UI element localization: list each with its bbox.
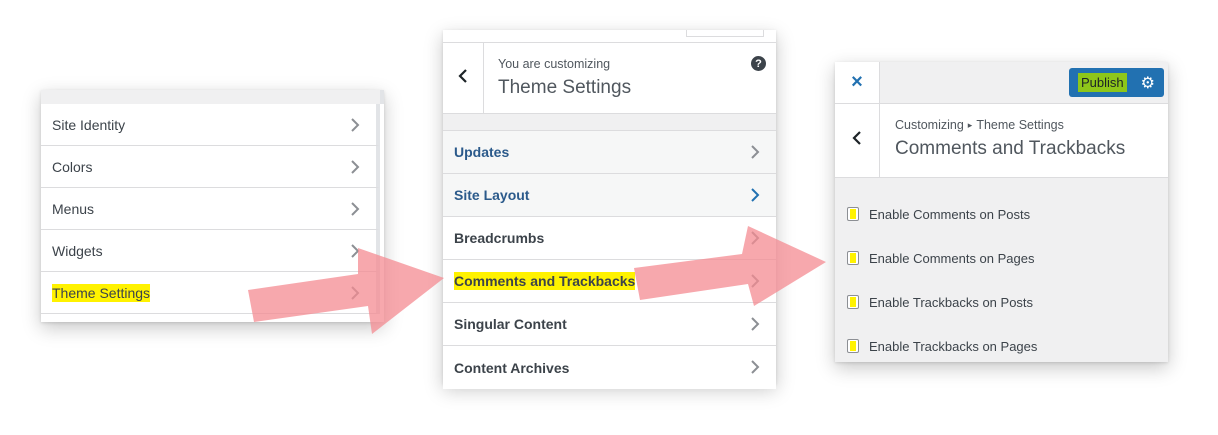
breadcrumb-root: Customizing xyxy=(895,118,964,132)
option-comments-posts[interactable]: Enable Comments on Posts xyxy=(835,192,1168,236)
close-icon: × xyxy=(851,71,863,93)
theme-settings-panel: You are customizing Theme Settings ? Upd… xyxy=(443,30,776,389)
option-label: Enable Comments on Posts xyxy=(869,206,1031,222)
menu-item-label: Colors xyxy=(52,158,93,175)
breadcrumb-parent: Theme Settings xyxy=(976,118,1064,132)
option-comments-pages[interactable]: Enable Comments on Pages xyxy=(835,236,1168,280)
chevron-left-icon xyxy=(457,68,469,89)
option-label: Enable Trackbacks on Posts xyxy=(869,294,1034,310)
checkbox[interactable] xyxy=(847,339,859,353)
menu-item-site-identity[interactable]: Site Identity xyxy=(41,104,380,146)
close-button[interactable]: × xyxy=(835,62,880,103)
menu-item-site-layout[interactable]: Site Layout xyxy=(443,174,776,217)
customizing-subtitle: You are customizing xyxy=(498,57,611,71)
option-trackbacks-posts[interactable]: Enable Trackbacks on Posts xyxy=(835,280,1168,324)
customizer-toolbar: × Publish ⚙ xyxy=(835,62,1168,104)
menu-item-label: Updates xyxy=(454,144,510,160)
options-list: Enable Comments on Posts Enable Comments… xyxy=(835,178,1168,368)
back-button[interactable] xyxy=(835,104,880,177)
option-label: Enable Comments on Pages xyxy=(869,250,1035,266)
menu-item-label: Content Archives xyxy=(454,359,570,376)
checkbox[interactable] xyxy=(847,295,859,309)
option-trackbacks-pages[interactable]: Enable Trackbacks on Pages xyxy=(835,324,1168,368)
breadcrumb: Customizing ▸ Theme Settings xyxy=(895,118,1125,132)
chevron-right-icon xyxy=(348,159,362,175)
menu-item-label: Widgets xyxy=(52,242,103,259)
top-tab xyxy=(686,30,764,37)
menu-item-updates[interactable]: Updates xyxy=(443,131,776,174)
chevron-right-icon xyxy=(748,144,762,160)
breadcrumb-separator-icon: ▸ xyxy=(967,120,973,130)
menu-item-label: Site Layout xyxy=(454,187,530,203)
annotation-arrow-1 xyxy=(248,248,444,334)
menu-item-label-highlighted: Comments and Trackbacks xyxy=(454,272,636,290)
help-icon[interactable]: ? xyxy=(751,56,766,71)
checkbox[interactable] xyxy=(847,207,859,221)
menu-item-label: Menus xyxy=(52,200,95,217)
panel-top-band xyxy=(41,90,384,104)
menu-item-content-archives[interactable]: Content Archives xyxy=(443,346,776,389)
section-title: Comments and Trackbacks xyxy=(895,138,1126,159)
menu-item-label-highlighted: Theme Settings xyxy=(52,283,151,302)
chevron-right-icon xyxy=(348,201,362,217)
chevron-left-icon xyxy=(851,130,863,151)
gear-icon[interactable]: ⚙ xyxy=(1141,73,1155,93)
section-header: You are customizing Theme Settings ? xyxy=(443,42,776,114)
publish-button[interactable]: Publish xyxy=(1078,73,1127,92)
chevron-right-icon xyxy=(748,187,762,203)
chevron-right-icon xyxy=(748,316,762,332)
back-button[interactable] xyxy=(443,43,484,113)
menu-item-label: Site Identity xyxy=(52,116,126,133)
menu-item-colors[interactable]: Colors xyxy=(41,146,380,188)
menu-item-label: Breadcrumbs xyxy=(454,230,545,246)
annotation-arrow-2 xyxy=(634,226,826,306)
chevron-right-icon xyxy=(748,359,762,375)
section-gap xyxy=(443,114,776,131)
panel-top-strip xyxy=(443,30,776,42)
option-label: Enable Trackbacks on Pages xyxy=(869,338,1038,354)
menu-item-label: Singular Content xyxy=(454,316,567,332)
menu-item-menus[interactable]: Menus xyxy=(41,188,380,230)
comments-trackbacks-panel: × Publish ⚙ Customizing ▸ Theme Settings C… xyxy=(835,62,1168,362)
chevron-right-icon xyxy=(348,117,362,133)
section-header: Customizing ▸ Theme Settings Comments and … xyxy=(835,104,1168,178)
section-title: Theme Settings xyxy=(498,77,632,98)
publish-button-group: Publish ⚙ xyxy=(1069,68,1164,97)
checkbox[interactable] xyxy=(847,251,859,265)
